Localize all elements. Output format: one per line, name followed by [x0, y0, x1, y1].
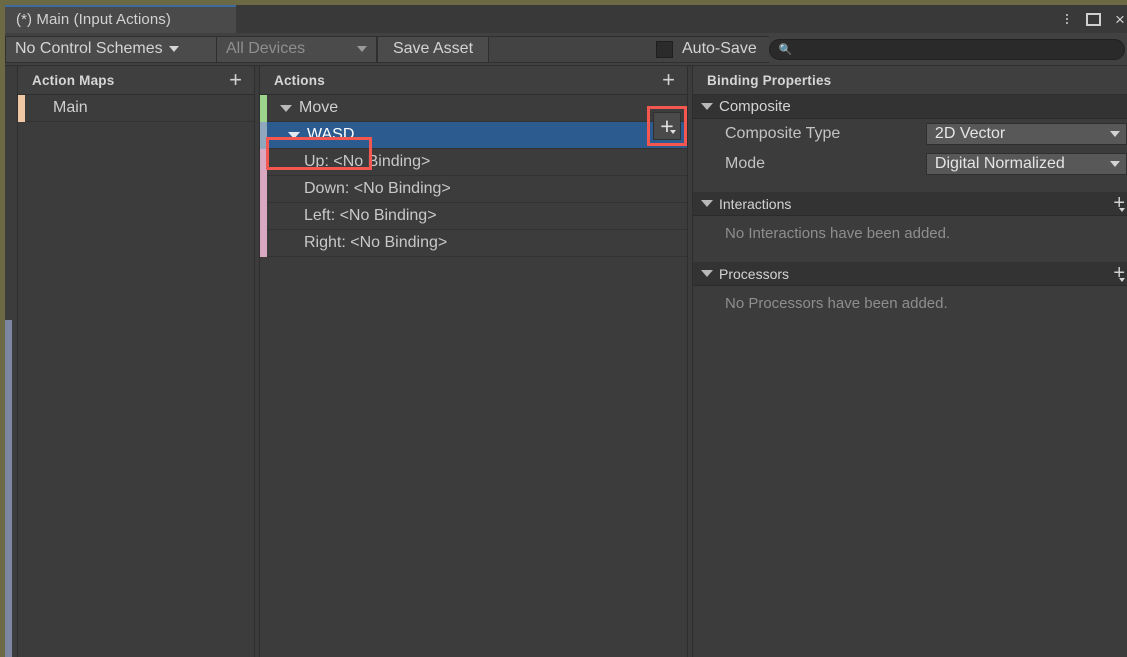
foldout-expanded-icon[interactable]	[701, 103, 713, 110]
chevron-down-icon	[1119, 208, 1125, 212]
actions-title: Actions	[260, 73, 325, 88]
chevron-down-icon	[670, 130, 676, 134]
foldout-expanded-icon[interactable]	[701, 200, 713, 207]
chevron-down-icon	[169, 46, 179, 52]
mode-label: Mode	[725, 155, 926, 173]
action-maps-panel: Action Maps + Main	[17, 66, 255, 657]
add-binding-button[interactable]: +	[653, 112, 681, 140]
mode-value: Digital Normalized	[935, 155, 1065, 173]
save-asset-button[interactable]: Save Asset	[377, 36, 489, 63]
chevron-down-icon	[1110, 161, 1120, 167]
actions-header: Actions +	[260, 66, 687, 95]
mode-dropdown[interactable]: Digital Normalized	[926, 153, 1127, 175]
chevron-down-icon	[1110, 131, 1120, 137]
action-map-label: Main	[18, 99, 88, 117]
binding-label: Down: <No Binding>	[304, 180, 451, 198]
composite-type-dropdown[interactable]: 2D Vector	[926, 123, 1127, 145]
foldout-expanded-icon[interactable]	[288, 132, 300, 139]
search-icon: 🔍	[779, 43, 793, 56]
row-accent-bar	[260, 122, 267, 149]
action-row-move[interactable]: Move	[260, 95, 687, 122]
editor-body: Action Maps + Main Actions + Move	[5, 66, 1127, 657]
auto-save-control[interactable]: Auto-Save	[656, 36, 769, 63]
composite-section-label: Composite	[719, 98, 791, 115]
chevron-down-icon	[1119, 278, 1125, 282]
auto-save-label: Auto-Save	[682, 40, 757, 58]
action-maps-title: Action Maps	[18, 73, 114, 88]
processors-empty-text: No Processors have been added.	[693, 286, 1127, 321]
processors-section-header[interactable]: Processors +	[693, 262, 1127, 286]
toolbar: No Control Schemes All Devices Save Asse…	[5, 33, 1127, 66]
control-schemes-dropdown[interactable]: No Control Schemes	[5, 36, 217, 63]
row-accent-bar	[260, 176, 267, 203]
interactions-section-label: Interactions	[719, 196, 791, 212]
search-field[interactable]: 🔍	[769, 39, 1125, 60]
binding-label: Right: <No Binding>	[304, 234, 447, 252]
mode-row: Mode Digital Normalized	[693, 149, 1127, 179]
add-interaction-button[interactable]: +	[1113, 193, 1125, 214]
binding-label: Up: <No Binding>	[304, 153, 430, 171]
auto-save-checkbox[interactable]	[656, 41, 673, 58]
action-maps-header: Action Maps +	[18, 66, 254, 95]
devices-dropdown[interactable]: All Devices	[217, 36, 377, 63]
tab-active-underline	[5, 5, 236, 7]
left-scroll-thumb[interactable]	[5, 320, 12, 657]
interactions-section-header[interactable]: Interactions +	[693, 192, 1127, 216]
binding-row-left[interactable]: Left: <No Binding>	[260, 203, 687, 230]
composite-type-label: Composite Type	[725, 125, 926, 143]
binding-properties-header: Binding Properties	[693, 66, 1127, 95]
maximize-icon[interactable]	[1086, 13, 1101, 26]
composite-type-row: Composite Type 2D Vector	[693, 119, 1127, 149]
overflow-menu-icon[interactable]	[1061, 11, 1073, 27]
composite-row-wasd[interactable]: WASD	[260, 122, 687, 149]
add-action-button[interactable]: +	[658, 70, 679, 91]
actions-panel: Actions + Move WASD Up: <No Binding>	[259, 66, 688, 657]
tab-title: (*) Main (Input Actions)	[5, 11, 171, 28]
composite-type-value: 2D Vector	[935, 125, 1005, 143]
row-accent-bar	[260, 149, 267, 176]
interactions-empty-text: No Interactions have been added.	[693, 216, 1127, 251]
devices-label: All Devices	[226, 40, 305, 58]
binding-properties-panel: Binding Properties Composite Composite T…	[692, 66, 1127, 657]
save-asset-label: Save Asset	[393, 40, 473, 58]
binding-properties-title: Binding Properties	[693, 73, 831, 88]
foldout-expanded-icon[interactable]	[701, 270, 713, 277]
chevron-down-icon	[357, 46, 367, 52]
composite-section-header[interactable]: Composite	[693, 95, 1127, 119]
row-accent-bar	[260, 203, 267, 230]
input-actions-window: (*) Main (Input Actions) × No Control Sc…	[0, 0, 1127, 657]
processors-section-label: Processors	[719, 266, 789, 282]
add-action-map-button[interactable]: +	[225, 70, 246, 91]
search-input[interactable]	[792, 42, 1124, 57]
add-processor-button[interactable]: +	[1113, 263, 1125, 284]
binding-row-down[interactable]: Down: <No Binding>	[260, 176, 687, 203]
control-schemes-label: No Control Schemes	[15, 40, 163, 58]
window-controls: ×	[1061, 5, 1127, 33]
binding-label: Left: <No Binding>	[304, 207, 437, 225]
title-bar: (*) Main (Input Actions) ×	[5, 5, 1127, 33]
binding-row-up[interactable]: Up: <No Binding>	[260, 149, 687, 176]
toolbar-spacer	[489, 36, 656, 63]
action-map-row-main[interactable]: Main	[18, 95, 254, 122]
row-accent-bar	[260, 230, 267, 257]
binding-row-right[interactable]: Right: <No Binding>	[260, 230, 687, 257]
row-accent-bar	[18, 95, 25, 122]
composite-label: WASD	[307, 126, 354, 144]
action-label: Move	[299, 99, 338, 117]
row-accent-bar	[260, 95, 267, 122]
foldout-expanded-icon[interactable]	[280, 105, 292, 112]
close-icon[interactable]: ×	[1115, 13, 1124, 26]
tab-input-actions[interactable]: (*) Main (Input Actions)	[5, 5, 236, 33]
